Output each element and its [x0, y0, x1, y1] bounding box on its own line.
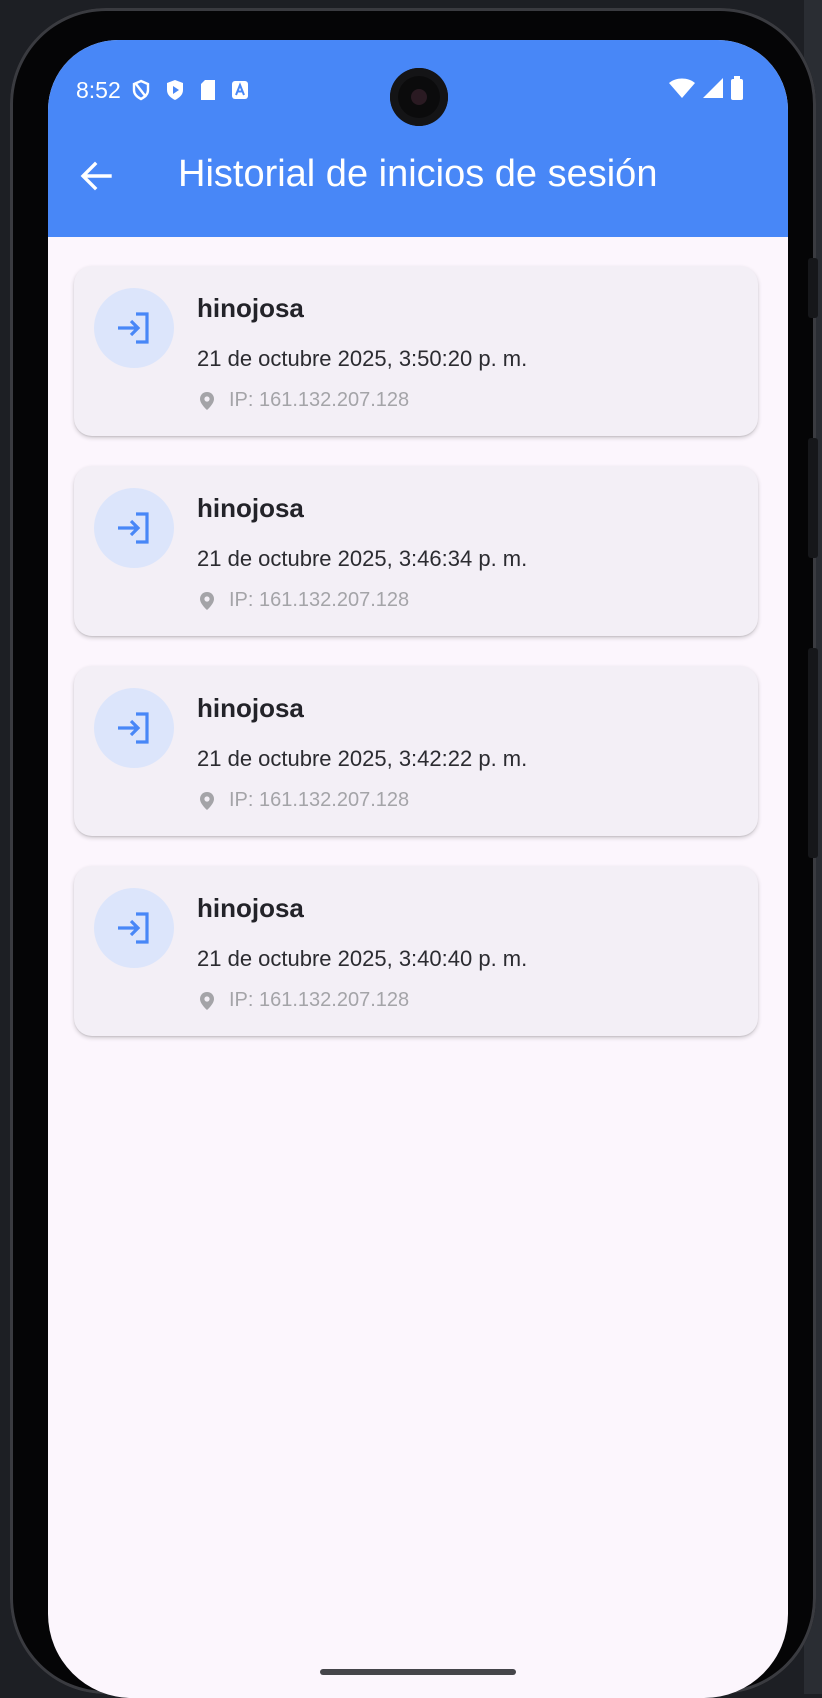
- session-list: hinojosa 21 de octubre 2025, 3:50:20 p. …: [74, 266, 760, 1066]
- session-ip-row: IP: 161.132.207.128: [199, 389, 409, 412]
- phone-side-button: [808, 258, 818, 318]
- session-user: hinojosa: [197, 293, 304, 323]
- session-date: 21 de octubre 2025, 3:40:40 p. m.: [197, 946, 528, 971]
- login-icon: [118, 712, 149, 744]
- status-time: 8:52: [76, 76, 121, 103]
- location-pin-icon: [200, 591, 214, 610]
- login-icon: [118, 912, 149, 944]
- phone-side-button: [808, 648, 818, 858]
- session-date: 21 de octubre 2025, 3:42:22 p. m.: [197, 746, 528, 771]
- session-date: 21 de octubre 2025, 3:46:34 p. m.: [197, 546, 528, 571]
- session-card[interactable]: hinojosa 21 de octubre 2025, 3:42:22 p. …: [74, 666, 758, 836]
- vpn-shield-icon: [131, 79, 151, 101]
- session-ip: IP: 161.132.207.128: [229, 789, 410, 811]
- login-icon-circle: [94, 288, 174, 368]
- login-icon-circle: [94, 488, 174, 568]
- page-title: Historial de inicios de sesión: [178, 153, 658, 195]
- session-ip: IP: 161.132.207.128: [229, 589, 410, 611]
- session-card[interactable]: hinojosa 21 de octubre 2025, 3:40:40 p. …: [74, 866, 758, 1036]
- battery-icon: [730, 75, 744, 105]
- session-ip-row: IP: 161.132.207.128: [199, 989, 409, 1012]
- app-bar: 8:52 Historial de inicios de sesión: [48, 40, 788, 237]
- cell-signal-icon: [702, 77, 724, 104]
- session-ip: IP: 161.132.207.128: [229, 989, 410, 1011]
- session-card[interactable]: hinojosa 21 de octubre 2025, 3:50:20 p. …: [74, 266, 758, 436]
- status-right-icons: [668, 70, 744, 110]
- location-pin-icon: [200, 391, 214, 410]
- session-ip-row: IP: 161.132.207.128: [199, 789, 409, 812]
- login-icon-circle: [94, 888, 174, 968]
- play-protect-icon: [165, 79, 185, 101]
- arrow-back-icon: [80, 161, 112, 191]
- home-gesture-bar[interactable]: [320, 1669, 516, 1675]
- wifi-icon: [668, 77, 696, 104]
- sd-card-icon: [199, 79, 217, 101]
- login-icon: [118, 312, 149, 344]
- session-user: hinojosa: [197, 693, 304, 723]
- login-icon: [118, 512, 149, 544]
- phone-side-button: [808, 438, 818, 558]
- session-user: hinojosa: [197, 893, 304, 923]
- phone-frame: 8:52 Historial de inicios de sesión hino…: [10, 8, 818, 1698]
- keyboard-a-icon: [231, 80, 249, 100]
- phone-screen: 8:52 Historial de inicios de sesión hino…: [48, 40, 788, 1698]
- front-camera: [390, 68, 448, 126]
- session-date: 21 de octubre 2025, 3:50:20 p. m.: [197, 346, 528, 371]
- location-pin-icon: [200, 791, 214, 810]
- back-button[interactable]: [74, 154, 118, 198]
- session-ip: IP: 161.132.207.128: [229, 389, 410, 411]
- location-pin-icon: [200, 991, 214, 1010]
- session-user: hinojosa: [197, 493, 304, 523]
- login-icon-circle: [94, 688, 174, 768]
- session-card[interactable]: hinojosa 21 de octubre 2025, 3:46:34 p. …: [74, 466, 758, 636]
- session-ip-row: IP: 161.132.207.128: [199, 589, 409, 612]
